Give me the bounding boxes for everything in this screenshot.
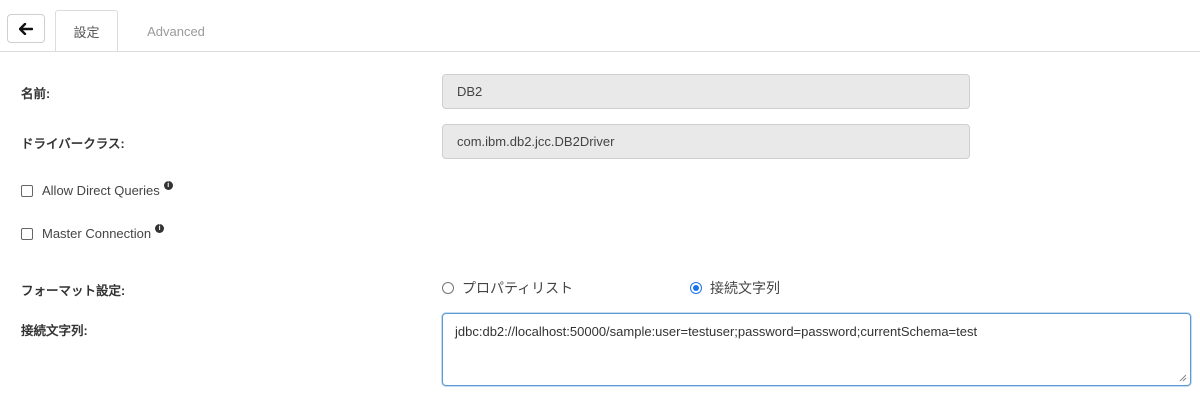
radio-connection-string[interactable]: 接続文字列: [690, 278, 780, 298]
driver-class-field: com.ibm.db2.jcc.DB2Driver: [442, 124, 970, 159]
master-connection-checkbox[interactable]: [21, 227, 33, 240]
master-connection-row: Master Connection i: [21, 224, 165, 241]
connection-string-value: jdbc:db2://localhost:50000/sample:user=t…: [455, 324, 978, 339]
connection-string-label: 接続文字列:: [21, 324, 88, 338]
name-value: DB2: [457, 84, 483, 99]
info-icon[interactable]: i: [155, 224, 165, 233]
tab-bar: 設定 Advanced: [0, 0, 1200, 52]
back-button[interactable]: [7, 14, 45, 43]
tab-advanced-label: Advanced: [147, 23, 205, 39]
driver-class-value: com.ibm.db2.jcc.DB2Driver: [457, 134, 615, 149]
resize-handle-icon[interactable]: [1179, 374, 1187, 382]
tab-settings-label: 設定: [73, 24, 100, 40]
radio-property-list[interactable]: プロパティリスト: [442, 278, 573, 298]
info-icon[interactable]: i: [163, 181, 173, 190]
allow-direct-queries-label: Allow Direct Queries: [42, 183, 160, 198]
radio-property-list-circle[interactable]: [442, 282, 454, 294]
format-setting-label: フォーマット設定:: [21, 284, 126, 298]
tab-advanced[interactable]: Advanced: [131, 10, 221, 52]
allow-direct-queries-checkbox[interactable]: [21, 184, 33, 197]
master-connection-label: Master Connection: [42, 226, 152, 241]
name-label: 名前:: [21, 87, 51, 101]
name-field: DB2: [442, 74, 970, 109]
driver-class-label: ドライバークラス:: [21, 137, 125, 151]
arrow-left-icon: [19, 22, 33, 35]
radio-connection-string-circle[interactable]: [690, 282, 702, 294]
tab-settings[interactable]: 設定: [55, 10, 118, 52]
radio-property-list-label: プロパティリスト: [462, 280, 574, 296]
allow-direct-queries-row: Allow Direct Queries i: [21, 181, 173, 198]
tab-divider: [0, 51, 1200, 52]
connection-string-textarea[interactable]: jdbc:db2://localhost:50000/sample:user=t…: [442, 313, 1191, 386]
radio-connection-string-label: 接続文字列: [710, 280, 780, 296]
